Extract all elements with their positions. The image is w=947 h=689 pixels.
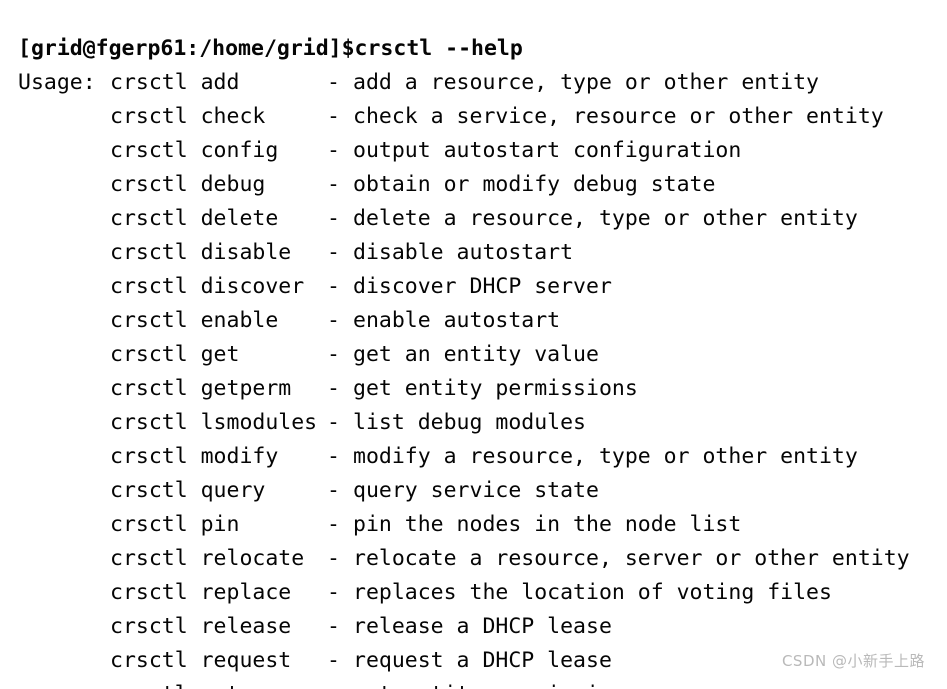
usage-separator: -	[327, 342, 340, 367]
usage-row: crsctl get - get an entity value	[0, 338, 947, 372]
usage-description: relocate a resource, server or other ent…	[353, 546, 910, 571]
usage-command: crsctl delete	[110, 206, 279, 231]
terminal-window[interactable]: [grid@fgerp61:/home/grid]$crsctl --help …	[0, 0, 947, 689]
shell-prompt-line: [grid@fgerp61:/home/grid]$crsctl --help	[18, 36, 523, 61]
usage-separator: -	[327, 274, 340, 299]
usage-separator: -	[327, 240, 340, 265]
usage-command: crsctl check	[110, 104, 266, 129]
usage-description: get an entity value	[353, 342, 599, 367]
usage-output: Usage: crsctl add - add a resource, type or…	[0, 66, 947, 689]
usage-separator: -	[327, 580, 340, 605]
usage-row: Usage: crsctl add - add a resource, type or…	[0, 66, 947, 100]
usage-description: modify a resource, type or other entity	[353, 444, 858, 469]
usage-description: delete a resource, type or other entity	[353, 206, 858, 231]
usage-command: crsctl replace	[110, 580, 292, 605]
usage-separator: -	[327, 172, 340, 197]
usage-command: crsctl setperm	[110, 678, 327, 689]
usage-command: crsctl lsmodules	[110, 410, 318, 435]
usage-row: crsctl pin - pin the nodes in the node lis…	[0, 508, 947, 542]
usage-row: crsctl discover - discover DHCP server	[0, 270, 947, 304]
usage-row: crsctl getperm - get entity permissions	[0, 372, 947, 406]
usage-separator: -	[327, 648, 340, 673]
usage-command: crsctl discover	[110, 274, 305, 299]
usage-command: crsctl modify	[110, 444, 279, 469]
csdn-watermark: CSDN @小新手上路	[781, 652, 925, 670]
usage-row: crsctl replace - replaces the location of …	[0, 576, 947, 610]
usage-description: enable autostart	[353, 308, 561, 333]
usage-description: pin the nodes in the node list	[353, 512, 742, 537]
usage-command: crsctl disable	[110, 240, 292, 265]
usage-separator: -	[327, 308, 340, 333]
usage-label: Usage:	[18, 70, 96, 95]
usage-description: set entity permissions	[353, 678, 638, 689]
usage-description: obtain or modify debug state	[353, 172, 716, 197]
usage-row: crsctl setperm-set entity permissions	[0, 678, 947, 689]
usage-command: crsctl debug	[110, 172, 266, 197]
usage-description: replaces the location of voting files	[353, 580, 832, 605]
usage-separator: -	[327, 376, 340, 401]
usage-row: crsctl enable - enable autostart	[0, 304, 947, 338]
usage-separator: -	[327, 678, 353, 689]
usage-separator: -	[327, 444, 340, 469]
usage-separator: -	[327, 478, 340, 503]
usage-command: crsctl enable	[110, 308, 279, 333]
usage-description: check a service, resource or other entit…	[353, 104, 884, 129]
usage-command: crsctl getperm	[110, 376, 292, 401]
usage-row: crsctl check - check a service, resource o…	[0, 100, 947, 134]
usage-row: crsctl delete - delete a resource, type or…	[0, 202, 947, 236]
usage-command: crsctl pin	[110, 512, 240, 537]
usage-command: crsctl get	[110, 342, 240, 367]
usage-description: get entity permissions	[353, 376, 638, 401]
usage-command: crsctl release	[110, 614, 292, 639]
usage-command: crsctl add	[110, 70, 240, 95]
usage-row: crsctl debug - obtain or modify debug stat…	[0, 168, 947, 202]
usage-separator: -	[327, 206, 340, 231]
usage-description: list debug modules	[353, 410, 586, 435]
usage-separator: -	[327, 546, 340, 571]
usage-row: crsctl lsmodules - list debug modules	[0, 406, 947, 440]
usage-command: crsctl query	[110, 478, 266, 503]
usage-description: discover DHCP server	[353, 274, 612, 299]
usage-description: add a resource, type or other entity	[353, 70, 819, 95]
usage-separator: -	[327, 104, 340, 129]
usage-separator: -	[327, 138, 340, 163]
usage-description: disable autostart	[353, 240, 574, 265]
usage-row: crsctl release - release a DHCP lease	[0, 610, 947, 644]
usage-row: crsctl relocate - relocate a resource, ser…	[0, 542, 947, 576]
usage-description: output autostart configuration	[353, 138, 742, 163]
usage-command: crsctl config	[110, 138, 279, 163]
usage-row: crsctl modify - modify a resource, type or…	[0, 440, 947, 474]
usage-command: crsctl request	[110, 648, 292, 673]
usage-row: crsctl disable - disable autostart	[0, 236, 947, 270]
usage-description: request a DHCP lease	[353, 648, 612, 673]
usage-separator: -	[327, 70, 340, 95]
usage-description: query service state	[353, 478, 599, 503]
usage-separator: -	[327, 512, 340, 537]
usage-description: release a DHCP lease	[353, 614, 612, 639]
usage-row: crsctl config - output autostart configura…	[0, 134, 947, 168]
usage-separator: -	[327, 410, 340, 435]
usage-row: crsctl query - query service state	[0, 474, 947, 508]
usage-command: crsctl relocate	[110, 546, 305, 571]
usage-separator: -	[327, 614, 340, 639]
